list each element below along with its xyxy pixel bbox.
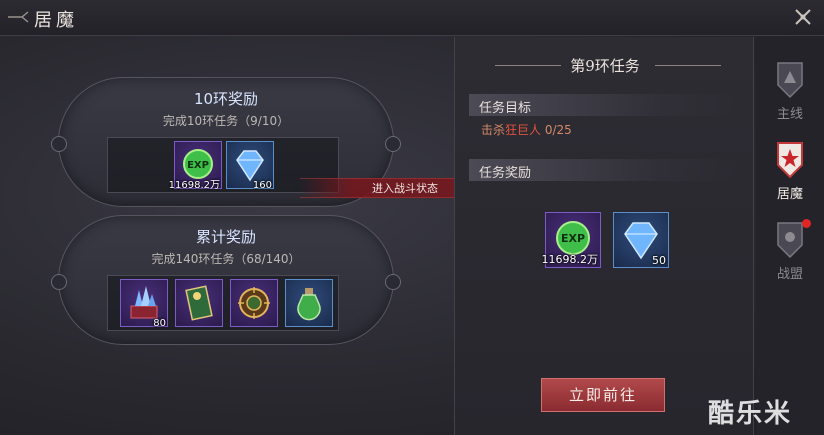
tab-label: 居魔 <box>776 187 803 202</box>
goal-progress: 0/25 <box>541 123 572 137</box>
exp-orb-item[interactable]: EXP 11698.2万 <box>169 141 222 191</box>
cumulative-reward-title: 累计奖励 <box>195 228 256 246</box>
cumulative-reward-subtitle: 完成140环任务（68/140） <box>151 252 301 266</box>
item-count: 11698.2万 <box>541 253 599 266</box>
close-icon[interactable] <box>790 4 816 30</box>
potion-bottle-item[interactable] <box>285 279 333 327</box>
guild-shield-icon <box>777 222 803 259</box>
card-knob-left <box>51 136 67 152</box>
svg-text:EXP: EXP <box>187 160 209 171</box>
potion-bottle-icon <box>297 288 321 321</box>
cumulative-reward-items: 80 <box>107 275 339 331</box>
task-reward-exp[interactable]: EXP 11698.2万 <box>541 212 601 268</box>
compass-medal-item[interactable] <box>230 279 278 327</box>
goal-section-header: 任务目标 <box>469 94 739 116</box>
crystal-chest-item[interactable]: 80 <box>120 279 168 329</box>
go-now-button[interactable]: 立即前往 <box>541 378 665 412</box>
ring-reward-title: 10环奖励 <box>193 90 259 108</box>
side-tab-bar: 主线 居魔 战盟 <box>756 37 824 435</box>
item-count: 80 <box>153 318 166 329</box>
scroll-card-icon <box>185 285 213 321</box>
main-quest-shield-icon <box>777 62 803 99</box>
reward-section-header: 任务奖励 <box>469 159 739 181</box>
task-detail-panel: 第9环任务 任务目标 击杀狂巨人 0/25 任务奖励 EXP 11698.2万 … <box>454 37 754 435</box>
goal-description: 击杀狂巨人 0/25 <box>481 121 572 138</box>
scroll-card-item[interactable] <box>175 279 223 327</box>
goal-label: 任务目标 <box>479 101 532 116</box>
task-title: 第9环任务 <box>570 57 640 75</box>
tab-guild[interactable]: 战盟 <box>756 219 824 295</box>
diamond-item[interactable]: 160 <box>226 141 274 191</box>
card-knob-left <box>51 274 67 290</box>
compass-medal-icon <box>238 287 270 319</box>
task-reward-diamond[interactable]: 50 <box>613 212 669 268</box>
reward-label: 任务奖励 <box>479 166 532 181</box>
item-count: 160 <box>252 180 272 191</box>
svg-text:EXP: EXP <box>561 232 585 245</box>
quest-window: 居魔 10环奖励 完成10环任务（9/10） EXP 11698.2万 160 … <box>0 0 824 435</box>
tab-label: 战盟 <box>776 267 803 282</box>
cumulative-reward-card: 累计奖励 完成140环任务（68/140） 80 <box>51 215 401 345</box>
title-bar: 居魔 <box>0 0 824 36</box>
title-ornament-icon <box>8 11 29 23</box>
goal-prefix: 击杀 <box>481 123 506 137</box>
item-count: 50 <box>652 254 666 267</box>
jumo-shield-icon <box>777 142 803 179</box>
tab-label: 主线 <box>776 107 803 122</box>
card-knob-right <box>385 274 401 290</box>
tab-main-quest[interactable]: 主线 <box>756 59 824 135</box>
item-count: 11698.2万 <box>168 180 220 191</box>
goal-progress-value: 0/25 <box>544 123 572 137</box>
rewards-panel: 10环奖励 完成10环任务（9/10） EXP 11698.2万 160 累计奖… <box>0 37 452 435</box>
window-title: 居魔 <box>34 10 78 31</box>
notification-dot <box>802 219 811 228</box>
card-knob-right <box>385 136 401 152</box>
tab-jumo[interactable]: 居魔 <box>756 139 824 215</box>
goal-target: 狂巨人 <box>505 123 542 137</box>
watermark-logo: 酷乐米 <box>708 399 793 429</box>
ring-reward-subtitle: 完成10环任务（9/10） <box>162 114 290 128</box>
